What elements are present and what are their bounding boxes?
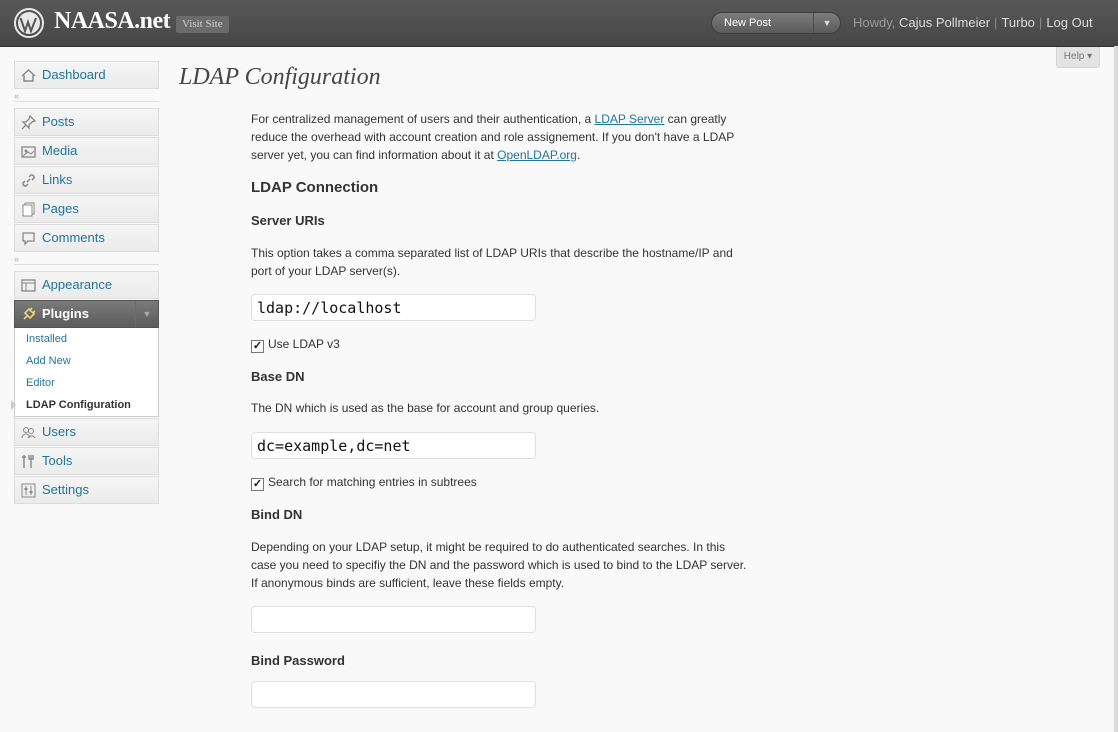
server-uris-input[interactable]	[251, 294, 536, 321]
dashboard-icon	[21, 68, 36, 83]
users-icon	[21, 425, 36, 440]
menu-toggle-arrow-icon[interactable]: ▼	[135, 301, 158, 327]
subtree-search-checkbox[interactable]: ✓	[251, 478, 264, 491]
logout-link[interactable]: Log Out	[1046, 15, 1092, 30]
ldap-settings-form: For centralized management of users and …	[251, 110, 751, 708]
use-ldap-v3-row: ✓ Use LDAP v3	[251, 336, 751, 353]
collapse-arrow-icon[interactable]: «	[14, 255, 19, 264]
appearance-icon	[21, 278, 36, 293]
user-profile-link[interactable]: Cajus Pollmeier	[899, 15, 990, 30]
menu-item-appearance[interactable]: Appearance	[14, 271, 159, 299]
pages-icon	[21, 202, 36, 217]
link-icon	[21, 173, 36, 188]
menu-item-links[interactable]: Links	[14, 166, 159, 194]
new-post-button[interactable]: New Post ▼	[711, 12, 841, 34]
menu-label[interactable]: Plugins	[42, 306, 89, 321]
plugin-icon	[21, 307, 36, 322]
intro-text: For centralized management of users and …	[251, 112, 595, 126]
menu-item-media[interactable]: Media	[14, 137, 159, 165]
separator: |	[994, 15, 998, 30]
menu-label[interactable]: Tools	[42, 453, 72, 468]
chevron-down-icon[interactable]: ▼	[813, 13, 840, 33]
menu-label[interactable]: Settings	[42, 482, 89, 497]
openldap-link[interactable]: OpenLDAP.org	[497, 148, 577, 162]
pushpin-icon	[21, 115, 36, 130]
subtree-search-label[interactable]: Search for matching entries in subtrees	[268, 475, 477, 489]
wordpress-logo-icon[interactable]	[14, 8, 44, 43]
bind-password-label: Bind Password	[251, 653, 345, 668]
menu-separator: «	[14, 255, 159, 265]
submenu-item-editor[interactable]: Editor	[15, 372, 158, 394]
intro-paragraph: For centralized management of users and …	[251, 110, 751, 164]
page-title: LDAP Configuration	[179, 64, 381, 90]
scrollbar[interactable]	[1114, 46, 1118, 732]
separator: |	[1038, 15, 1043, 30]
collapse-arrow-icon[interactable]: «	[14, 92, 19, 101]
help-button[interactable]: Help ▾	[1056, 47, 1100, 68]
menu-label[interactable]: Pages	[42, 201, 79, 216]
submenu-item-installed[interactable]: Installed	[15, 328, 158, 350]
menu-item-posts[interactable]: Posts	[14, 108, 159, 136]
menu-item-pages[interactable]: Pages	[14, 195, 159, 223]
current-item-pointer-icon	[11, 400, 16, 410]
menu-item-comments[interactable]: Comments	[14, 224, 159, 252]
menu-label[interactable]: Users	[42, 424, 76, 439]
menu-label[interactable]: Dashboard	[42, 67, 106, 82]
howdy-text: Howdy,	[853, 15, 899, 30]
help-label[interactable]: Help	[1064, 51, 1085, 62]
ldap-server-link[interactable]: LDAP Server	[595, 112, 665, 126]
turbo-link[interactable]: Turbo	[1001, 15, 1034, 30]
base-dn-label: Base DN	[251, 369, 305, 384]
chevron-down-icon: ▾	[1087, 51, 1093, 62]
base-dn-description: The DN which is used as the base for acc…	[251, 401, 600, 415]
visit-site-button[interactable]: Visit Site	[176, 16, 229, 33]
menu-item-settings[interactable]: Settings	[14, 476, 159, 504]
new-post-label[interactable]: New Post	[724, 13, 771, 33]
user-links: Howdy, Cajus Pollmeier | Turbo | Log Out	[853, 15, 1093, 30]
submenu-item-ldap-configuration[interactable]: LDAP Configuration	[15, 394, 158, 416]
ldap-connection-heading: LDAP Connection	[251, 179, 379, 196]
use-ldap-v3-label[interactable]: Use LDAP v3	[268, 337, 340, 351]
tools-icon	[21, 454, 36, 469]
menu-item-tools[interactable]: Tools	[14, 447, 159, 475]
base-dn-input[interactable]	[251, 432, 536, 459]
server-uris-description: This option takes a comma separated list…	[251, 246, 733, 278]
use-ldap-v3-checkbox[interactable]: ✓	[251, 340, 264, 353]
menu-label[interactable]: Appearance	[42, 277, 112, 292]
menu-label[interactable]: Posts	[42, 114, 75, 129]
menu-label[interactable]: Comments	[42, 230, 105, 245]
menu-label[interactable]: Links	[42, 172, 72, 187]
menu-item-users[interactable]: Users	[14, 418, 159, 446]
admin-menu: Dashboard « Posts Media Links Pages Comm…	[11, 61, 159, 505]
server-uris-label: Server URIs	[251, 213, 325, 228]
bind-password-input[interactable]	[251, 681, 536, 708]
settings-icon	[21, 483, 36, 498]
menu-item-plugins[interactable]: Plugins ▼	[14, 300, 159, 328]
comment-icon	[21, 231, 36, 246]
admin-header: NAASA.net Visit Site New Post ▼ Howdy, C…	[0, 0, 1118, 47]
intro-text: .	[576, 148, 581, 162]
subtree-search-row: ✓ Search for matching entries in subtrees	[251, 474, 751, 491]
menu-separator: «	[14, 92, 159, 102]
submenu-item-add-new[interactable]: Add New	[15, 350, 158, 372]
bind-dn-label: Bind DN	[251, 507, 303, 522]
plugins-submenu: Installed Add New Editor LDAP Configurat…	[11, 328, 159, 417]
bind-dn-input[interactable]	[251, 606, 536, 633]
bind-dn-description: Depending on your LDAP setup, it might b…	[251, 540, 747, 590]
site-title[interactable]: NAASA.net	[54, 8, 171, 35]
menu-item-dashboard[interactable]: Dashboard	[14, 61, 159, 89]
menu-label[interactable]: Media	[42, 143, 77, 158]
media-icon	[21, 144, 36, 159]
